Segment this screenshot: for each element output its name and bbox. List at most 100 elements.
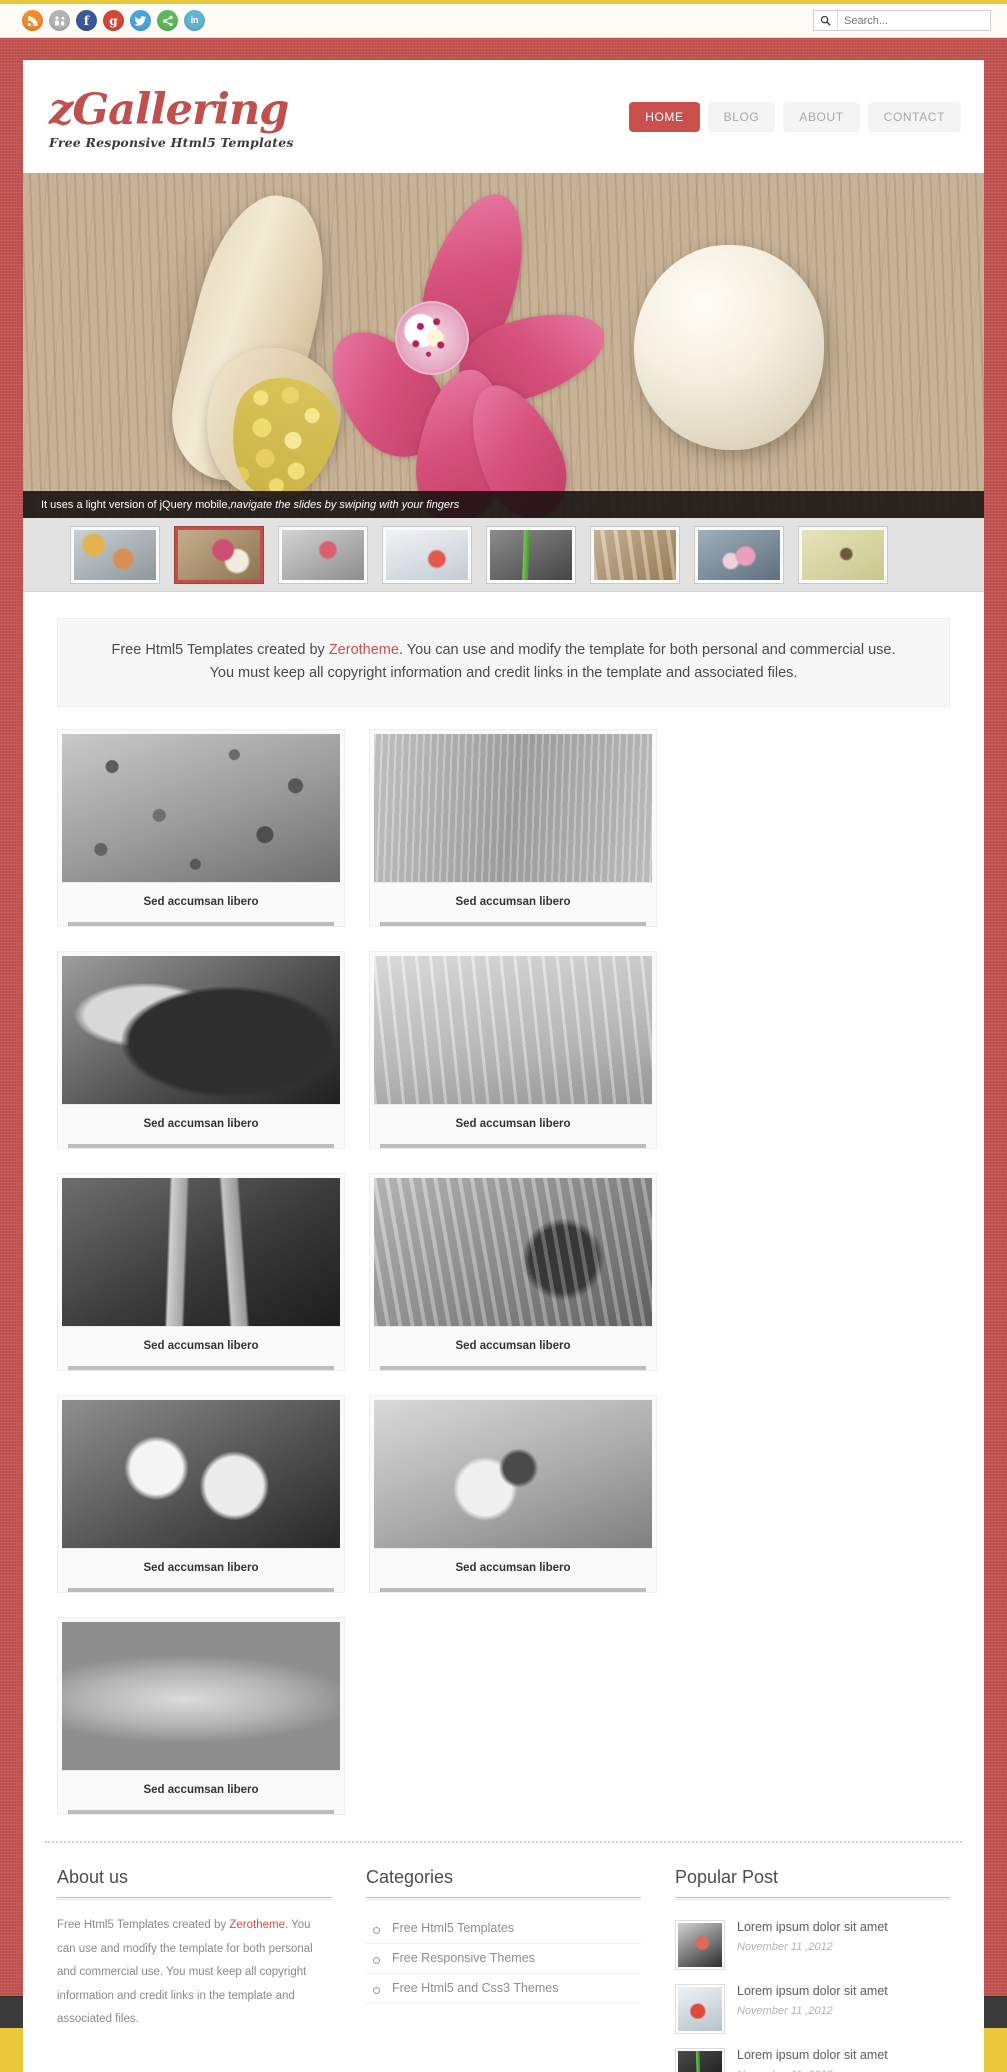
gallery-item[interactable]: Sed accumsan libero: [57, 728, 345, 927]
popular-post-title: Popular Post: [675, 1866, 779, 1887]
gallery-item[interactable]: Sed accumsan libero: [369, 1394, 657, 1593]
nav-item-about[interactable]: ABOUT: [783, 101, 860, 132]
slider-caption-plain: It uses a light version of jQuery mobile…: [41, 498, 231, 511]
intro-text: Free Html5 Templates created by Zerothem…: [57, 618, 950, 707]
categories-title: Categories: [366, 1866, 454, 1887]
share-icon[interactable]: [157, 10, 178, 31]
rss-icon[interactable]: [22, 10, 43, 31]
page-background: zGallering Free Responsive Html5 Templat…: [0, 38, 1007, 2072]
twitter-icon[interactable]: [130, 10, 151, 31]
nav-item-blog[interactable]: BLOG: [707, 101, 776, 132]
nav-item-home[interactable]: HOME: [629, 101, 700, 132]
thumbnail-image: [698, 529, 780, 580]
popular-post-item[interactable]: Lorem ipsum dolor sit ametNovember 11 ,2…: [675, 2042, 950, 2072]
gallery-image[interactable]: [374, 955, 652, 1104]
thumb-5[interactable]: [487, 526, 575, 583]
gallery-item[interactable]: Sed accumsan libero: [57, 1616, 345, 1815]
thumbnail-image: [490, 529, 572, 580]
google-plus-icon[interactable]: g: [103, 10, 124, 31]
facebook-icon[interactable]: f: [76, 10, 97, 31]
post-thumbnail[interactable]: [675, 2047, 725, 2072]
gallery-item[interactable]: Sed accumsan libero: [57, 950, 345, 1149]
post-title[interactable]: Lorem ipsum dolor sit amet: [737, 1984, 888, 1998]
popular-post-item[interactable]: Lorem ipsum dolor sit amet November 11 ,2…: [675, 1914, 950, 1978]
thumbnail-image: [282, 529, 364, 580]
gallery-caption-bar: [380, 1587, 646, 1592]
about-part2: You can use and modify the template for …: [57, 1918, 313, 2026]
widget-categories: Categories Free Html5 Templates Free Resp…: [366, 1867, 641, 2072]
search-box[interactable]: [813, 10, 991, 31]
thumb-4[interactable]: [383, 526, 471, 583]
thumb-3[interactable]: [279, 526, 367, 583]
gallery-caption-bar: [68, 1587, 334, 1592]
gallery-item[interactable]: Sed accumsan libero: [369, 950, 657, 1149]
thumb-6[interactable]: [591, 526, 679, 583]
gallery-image[interactable]: [62, 955, 340, 1104]
post-date: November 11 ,2012: [737, 1940, 833, 1953]
search-input[interactable]: [838, 11, 990, 30]
gallery-image[interactable]: [62, 733, 340, 882]
gallery-image[interactable]: [62, 1621, 340, 1770]
about-us-text: Free Html5 Templates created by Zerothem…: [57, 1914, 332, 2032]
linkedin-icon[interactable]: in: [184, 10, 205, 31]
about-brand-link[interactable]: Zerotheme.: [229, 1919, 288, 1931]
gallery-item[interactable]: Sed accumsan libero: [369, 1172, 657, 1371]
categories-list: Free Html5 Templates Free Responsive Them…: [366, 1914, 641, 2004]
thumb-8[interactable]: [799, 526, 887, 583]
gallery-caption: Sed accumsan libero: [62, 1547, 340, 1588]
popular-post-item[interactable]: Lorem ipsum dolor sit amet November 11 ,2…: [675, 1978, 950, 2042]
logo-subtitle: Free Responsive Html5 Templates: [49, 135, 294, 150]
nav-item-contact[interactable]: CONTACT: [867, 101, 961, 132]
sharethis-icon[interactable]: [49, 10, 70, 31]
page-root: fg in zGallering Free Responsive Html5 Te…: [0, 0, 1007, 2072]
post-title[interactable]: Lorem ipsum dolor sit amet: [737, 1920, 888, 1934]
popular-post-list: Lorem ipsum dolor sit amet November 11 ,2…: [675, 1914, 950, 2072]
intro-part1: Free Html5 Templates created by: [111, 642, 329, 658]
logo-title: zGallering: [49, 85, 289, 135]
gallery-item[interactable]: Sed accumsan libero: [369, 728, 657, 927]
post-thumbnail[interactable]: [675, 1919, 725, 1970]
top-bar: f g in: [0, 4, 1007, 38]
gallery-caption-bar: [68, 921, 334, 926]
about-us-title: About us: [57, 1866, 129, 1887]
search-icon: [814, 11, 838, 30]
category-item[interactable]: Free Html5 and Css3 Themes: [366, 1974, 641, 2004]
gallery-image[interactable]: [374, 1177, 652, 1326]
post-title[interactable]: Lorem ipsum dolor sit amet: [737, 2048, 888, 2062]
widget-popular-post: Popular Post Lorem ipsum dolor sit amet N…: [675, 1867, 950, 2072]
gallery-image[interactable]: [62, 1399, 340, 1548]
gallery-caption-bar: [380, 1365, 646, 1370]
gallery-caption: Sed accumsan libero: [62, 881, 340, 922]
thumbnail-image: [594, 529, 676, 580]
social-links: f g in: [22, 10, 205, 31]
gallery-caption-bar: [380, 921, 646, 926]
site-header: zGallering Free Responsive Html5 Templat…: [23, 60, 984, 173]
intro-brand-link[interactable]: Zerotheme: [329, 642, 399, 658]
gallery-image[interactable]: [62, 1177, 340, 1326]
hero-slider[interactable]: It uses a light version of jQuery mobile…: [23, 173, 984, 518]
gallery-image[interactable]: [374, 733, 652, 882]
gallery-image[interactable]: [374, 1399, 652, 1548]
gallery-caption-bar: [68, 1365, 334, 1370]
gallery-item[interactable]: Sed accumsan libero: [57, 1172, 345, 1371]
gallery-caption: Sed accumsan libero: [62, 1103, 340, 1144]
category-item[interactable]: Free Html5 Templates: [366, 1914, 641, 1944]
thumbnail-image: [386, 529, 468, 580]
gallery-caption: Sed accumsan libero: [374, 1103, 652, 1144]
thumbnail-image: [74, 529, 156, 580]
main-nav: HOME BLOG ABOUT CONTACT: [629, 101, 961, 132]
thumb-2[interactable]: [175, 526, 263, 583]
categories-rule: [366, 1896, 641, 1900]
post-date: November 11 ,2012: [737, 2004, 833, 2017]
gallery-item[interactable]: Sed accumsan libero: [57, 1394, 345, 1593]
gallery-caption: Sed accumsan libero: [62, 1769, 340, 1810]
about-us-rule: [57, 1896, 332, 1900]
category-item[interactable]: Free Responsive Themes: [366, 1944, 641, 1974]
widget-about-us: About us Free Html5 Templates created by…: [57, 1867, 332, 2072]
post-thumbnail[interactable]: [675, 1983, 725, 2034]
thumb-1[interactable]: [71, 526, 159, 583]
logo[interactable]: zGallering Free Responsive Html5 Templat…: [49, 83, 629, 151]
thumb-7[interactable]: [695, 526, 783, 583]
orchid-center: [395, 301, 469, 375]
slider-thumbnails: [23, 518, 984, 592]
